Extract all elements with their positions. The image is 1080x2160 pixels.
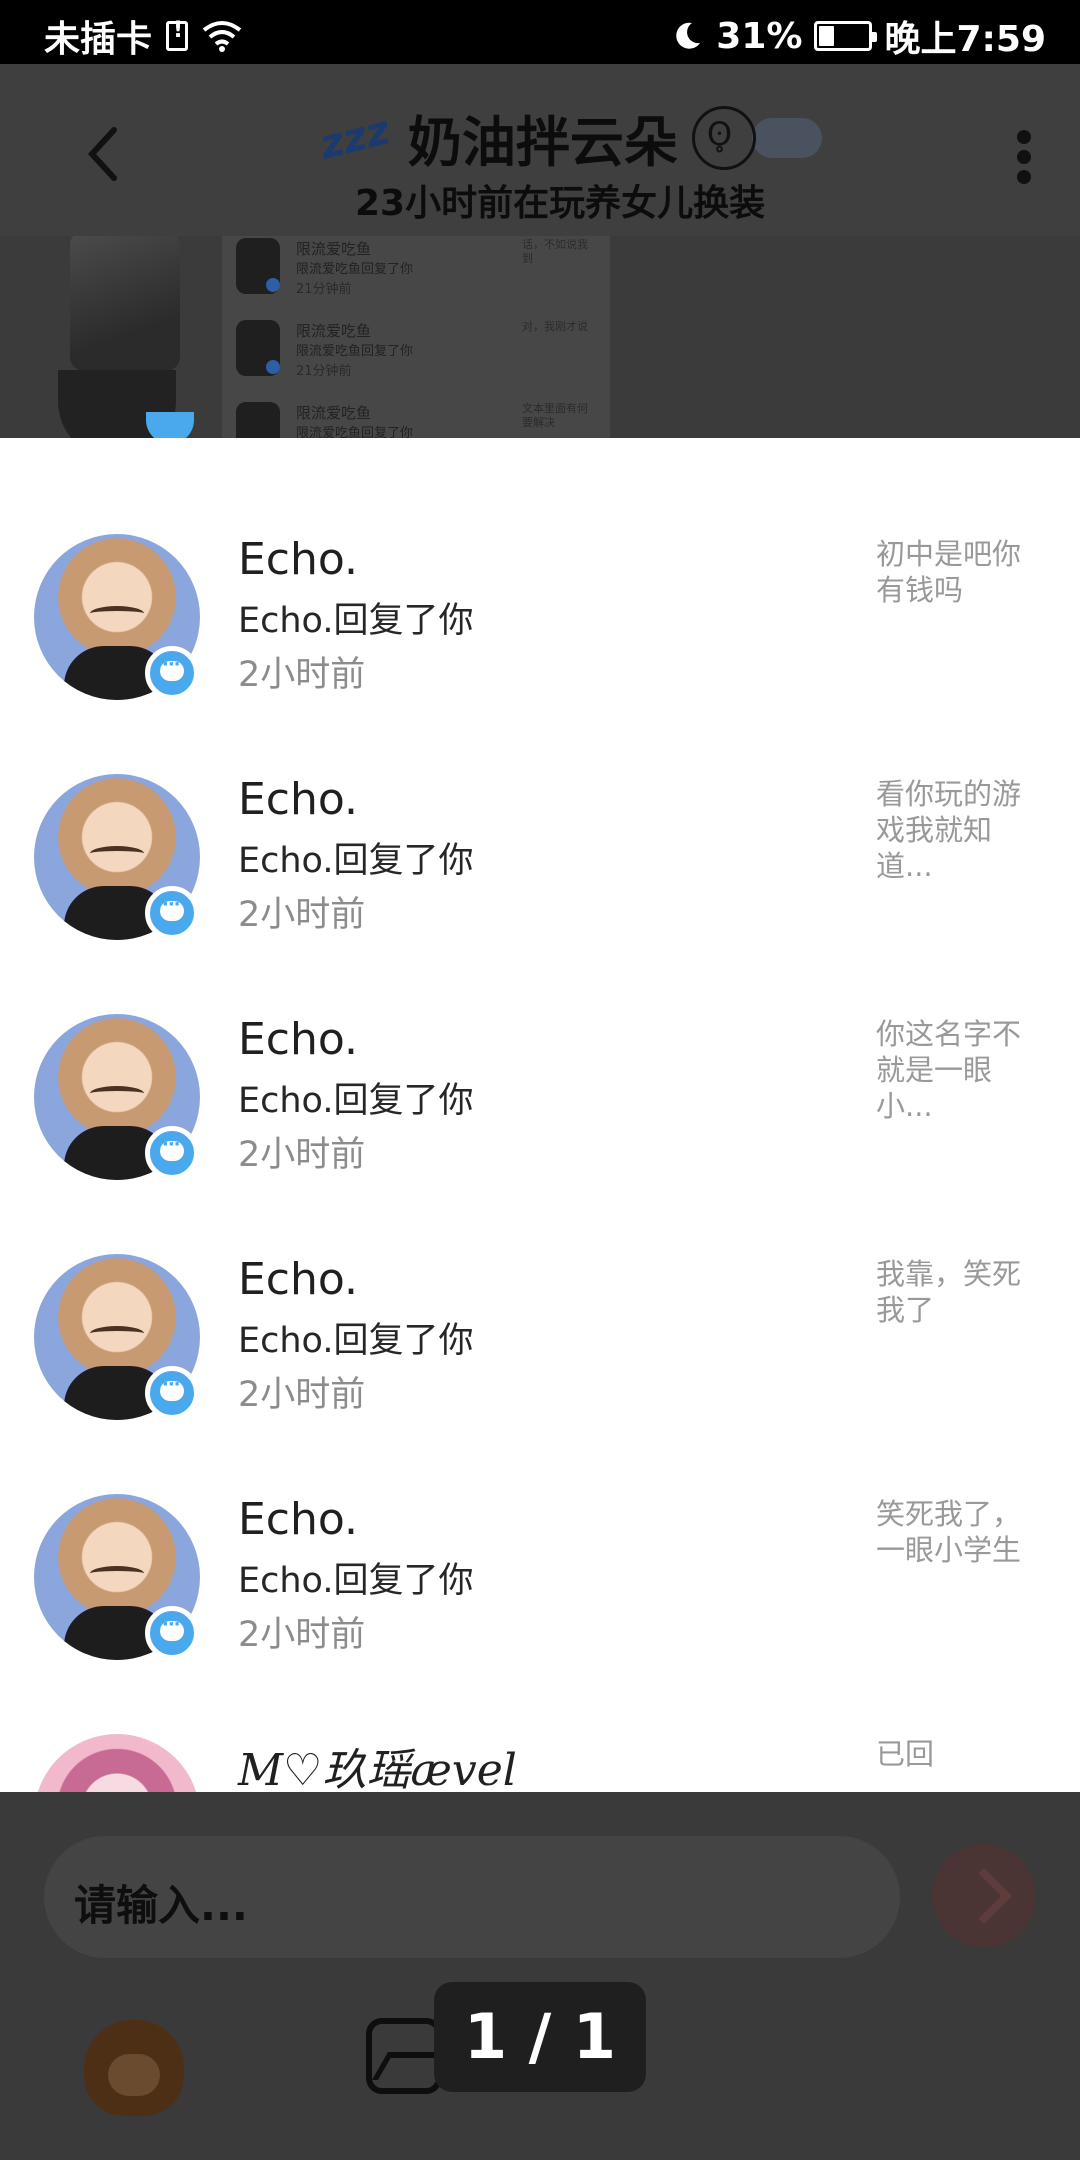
sender-name: Echo. xyxy=(238,1254,359,1305)
sender-name: Echo. xyxy=(238,1494,359,1545)
sender-name: Echo. xyxy=(238,774,359,825)
mini-preview: 话，不如说我到 xyxy=(522,238,588,265)
list-item[interactable]: Echo. Echo.回复了你 2小时前 我靠，笑死我了 xyxy=(0,1158,1080,1420)
status-right: 31% 晚上7:59 xyxy=(670,10,1046,62)
send-button[interactable] xyxy=(932,1844,1036,1948)
preview-avatar xyxy=(70,236,180,371)
mini-list-item: 限流爱吃鱼 限流爱吃鱼回复了你 文本里面有何要解决 xyxy=(222,402,610,438)
mini-chat-badge-icon xyxy=(266,278,280,292)
message-preview: 我靠，笑死我了 xyxy=(876,1257,1022,1327)
mini-preview: 对，我刚才说 xyxy=(522,320,588,333)
face-emoji-icon xyxy=(691,105,756,170)
reply-notice: Echo.回复了你 xyxy=(238,601,474,641)
moon-icon xyxy=(676,22,701,49)
message-preview: 已回 xyxy=(876,1737,935,1771)
list-item[interactable]: Echo. Echo.回复了你 2小时前 初中是吧你有钱吗 xyxy=(0,438,1080,700)
sleep-zzz-icon: zzz xyxy=(315,106,395,169)
mini-name: 限流爱吃鱼 xyxy=(296,404,372,422)
message-list[interactable]: Echo. Echo.回复了你 2小时前 初中是吧你有钱吗 Echo. Echo… xyxy=(0,438,1080,1792)
sim-alert-icon xyxy=(166,18,189,51)
back-arrow-icon[interactable] xyxy=(80,124,130,184)
reply-notice: Echo.回复了你 xyxy=(238,1561,474,1601)
battery-icon xyxy=(814,21,878,51)
reply-notice: Echo.回复了你 xyxy=(238,841,474,881)
sender-name: Echo. xyxy=(238,1014,359,1065)
reply-notice: Echo.回复了你 xyxy=(238,1081,474,1121)
mini-chat-badge-icon xyxy=(266,360,280,374)
reply-notice: Echo.回复了你 xyxy=(238,1321,474,1361)
avatar[interactable] xyxy=(34,1734,200,1792)
mini-name: 限流爱吃鱼 xyxy=(296,322,372,340)
list-item[interactable]: M♡玖瑶ævel 已回 xyxy=(0,1638,1080,1792)
mini-sub: 限流爱吃鱼回复了你 xyxy=(296,344,414,359)
cloud-icon xyxy=(751,117,822,158)
input-placeholder: 请输入... xyxy=(74,1881,248,1930)
emoji-monkey-icon[interactable] xyxy=(84,2020,184,2116)
preview-mini-list: 限流爱吃鱼 限流爱吃鱼回复了你 21分钟前 话，不如说我到 限流爱吃鱼 限流爱吃… xyxy=(222,236,610,438)
message-preview: 笑死我了，一眼小学生 xyxy=(876,1497,1022,1567)
status-left: 未插卡 xyxy=(44,10,242,62)
message-preview: 你这名字不就是一眼小... xyxy=(876,1017,1022,1123)
chat-header: zzz 奶油拌云朵 23小时前在玩养女儿换装 xyxy=(0,64,1080,236)
wifi-icon xyxy=(202,21,242,52)
mini-avatar xyxy=(236,402,280,438)
chat-title: 奶油拌云朵 xyxy=(407,111,678,174)
message-preview: 初中是吧你有钱吗 xyxy=(876,537,1022,607)
list-item[interactable]: Echo. Echo.回复了你 2小时前 看你玩的游戏我就知道... xyxy=(0,678,1080,940)
page-indicator: 1 / 1 xyxy=(434,1982,646,2092)
image-picker-icon[interactable] xyxy=(366,2018,442,2094)
carrier-label: 未插卡 xyxy=(44,19,153,60)
more-menu-icon[interactable] xyxy=(1012,124,1036,194)
chat-subtitle: 23小时前在玩养女儿换装 xyxy=(355,183,766,224)
battery-percent: 31% xyxy=(716,15,803,57)
mini-sub: 限流爱吃鱼回复了你 xyxy=(296,262,414,277)
mini-preview: 文本里面有何要解决 xyxy=(522,402,588,429)
status-bar: 未插卡 31% 晚上7:59 xyxy=(0,0,1080,64)
mini-list-item: 限流爱吃鱼 限流爱吃鱼回复了你 21分钟前 对，我刚才说 xyxy=(222,320,610,400)
list-item[interactable]: Echo. Echo.回复了你 2小时前 笑死我了，一眼小学生 xyxy=(0,1398,1080,1660)
mini-list-item: 限流爱吃鱼 限流爱吃鱼回复了你 21分钟前 话，不如说我到 xyxy=(222,238,610,318)
message-preview: 看你玩的游戏我就知道... xyxy=(876,777,1022,883)
message-input[interactable]: 请输入... xyxy=(44,1836,900,1958)
mini-name: 限流爱吃鱼 xyxy=(296,240,372,258)
title-row: zzz 奶油拌云朵 xyxy=(315,98,822,177)
list-item[interactable]: Echo. Echo.回复了你 2小时前 你这名字不就是一眼小... xyxy=(0,918,1080,1180)
input-bar: 请输入... xyxy=(0,1792,1080,2160)
mini-sub: 限流爱吃鱼回复了你 xyxy=(296,426,414,438)
mini-time: 21分钟前 xyxy=(296,364,352,379)
sender-name: M♡玖瑶ævel xyxy=(238,1745,517,1792)
sender-name: Echo. xyxy=(238,534,359,585)
clock-time: 晚上7:59 xyxy=(884,19,1046,60)
mini-time: 21分钟前 xyxy=(296,282,352,297)
